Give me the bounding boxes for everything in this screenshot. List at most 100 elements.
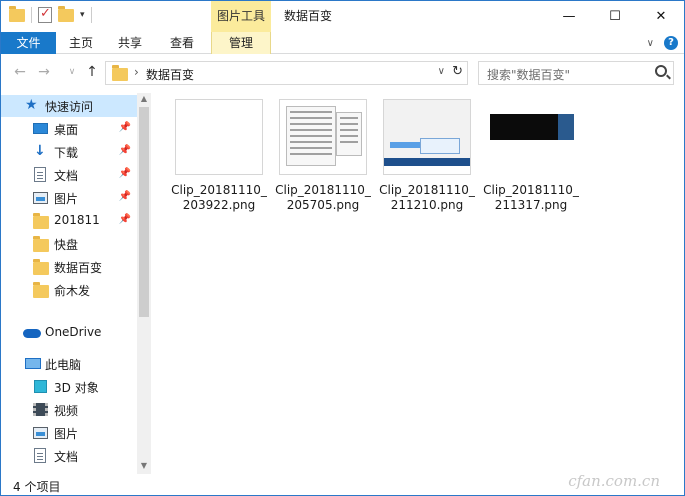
address-dropdown-icon[interactable]: ∨ bbox=[438, 66, 445, 77]
file-name[interactable]: Clip_20181110_ 211317.png bbox=[479, 183, 583, 213]
nav-item-documents[interactable]: 文档 📌 bbox=[1, 164, 137, 186]
nav-item-3d-objects[interactable]: 3D 对象 bbox=[1, 376, 137, 398]
help-icon[interactable]: ? bbox=[664, 36, 678, 50]
document-icon bbox=[34, 167, 46, 182]
download-icon: ↓ bbox=[34, 143, 46, 159]
nav-item-downloads[interactable]: ↓ 下载 📌 bbox=[1, 141, 137, 163]
nav-item-videos[interactable]: 视频 bbox=[1, 399, 137, 421]
nav-item-label: 文档 bbox=[54, 450, 79, 464]
file-name[interactable]: Clip_20181110_ 211210.png bbox=[375, 183, 479, 213]
search-input[interactable]: 搜索"数据百变" bbox=[478, 61, 674, 85]
expand-ribbon-icon[interactable]: ∨ bbox=[647, 38, 654, 49]
file-thumbnail[interactable] bbox=[175, 99, 263, 175]
star-icon: ★ bbox=[25, 97, 38, 113]
back-arrow-icon[interactable]: ← bbox=[11, 63, 29, 81]
tab-home[interactable]: 主页 bbox=[58, 32, 104, 54]
breadcrumb-chevron-icon[interactable]: › bbox=[134, 65, 139, 79]
video-icon bbox=[33, 403, 48, 416]
nav-item-label: 图片 bbox=[54, 427, 79, 441]
taskbar-preview bbox=[384, 158, 470, 166]
nav-item-pc-pictures[interactable]: 图片 bbox=[1, 422, 137, 444]
screenshot-preview bbox=[490, 114, 558, 140]
search-icon[interactable] bbox=[655, 65, 667, 77]
context-menu-preview bbox=[286, 106, 336, 166]
minimize-button[interactable]: — bbox=[546, 1, 592, 32]
up-arrow-icon[interactable]: ↑ bbox=[83, 63, 101, 81]
nav-onedrive[interactable]: OneDrive bbox=[1, 322, 137, 344]
nav-item-kuaipan[interactable]: 快盘 bbox=[1, 233, 137, 255]
pin-icon[interactable]: 📌 bbox=[119, 214, 131, 225]
nav-item-desktop[interactable]: 桌面 📌 bbox=[1, 118, 137, 140]
tab-view[interactable]: 查看 bbox=[158, 32, 206, 54]
address-bar[interactable]: › 数据百变 ∨ ↻ bbox=[105, 61, 468, 85]
onedrive-cloud-icon bbox=[23, 329, 41, 338]
file-name-line: 205705.png bbox=[286, 198, 360, 212]
scrollbar-thumb[interactable] bbox=[139, 107, 149, 317]
file-thumbnail[interactable] bbox=[279, 99, 367, 175]
file-name[interactable]: Clip_20181110_ 203922.png bbox=[167, 183, 271, 213]
nav-item-yumufa[interactable]: 俞木发 bbox=[1, 279, 137, 301]
properties-icon[interactable] bbox=[38, 6, 52, 23]
toolbar-divider bbox=[31, 7, 32, 23]
file-name[interactable]: Clip_20181110_ 205705.png bbox=[271, 183, 375, 213]
breadcrumb-current[interactable]: 数据百变 bbox=[146, 66, 194, 83]
pin-icon[interactable]: 📌 bbox=[119, 122, 131, 133]
picture-icon bbox=[33, 427, 48, 439]
nav-quick-access[interactable]: ★ 快速访问 bbox=[1, 95, 137, 117]
customize-toolbar-dropdown-icon[interactable]: ▾ bbox=[80, 10, 85, 20]
pin-icon[interactable]: 📌 bbox=[119, 191, 131, 202]
watermark: cfan.com.cn bbox=[568, 472, 660, 490]
scroll-down-icon[interactable]: ▼ bbox=[137, 461, 151, 473]
folder-icon bbox=[33, 259, 49, 275]
tab-share[interactable]: 共享 bbox=[107, 32, 153, 54]
nav-item-label: 下载 bbox=[54, 146, 79, 160]
navigation-scrollbar[interactable]: ▲ ▼ bbox=[137, 93, 151, 474]
nav-item-label: 俞木发 bbox=[54, 284, 91, 298]
folder-icon bbox=[33, 213, 49, 229]
file-thumbnail[interactable] bbox=[383, 99, 471, 175]
tab-file[interactable]: 文件 bbox=[1, 32, 56, 54]
window-controls: — ☐ ✕ bbox=[546, 1, 684, 32]
ribbon-tabs: 文件 主页 共享 查看 管理 ∨ ? bbox=[1, 32, 684, 54]
nav-item-pc-documents[interactable]: 文档 bbox=[1, 445, 137, 467]
tab-manage[interactable]: 管理 bbox=[211, 32, 271, 54]
nav-item-shujubaibian[interactable]: 数据百变 bbox=[1, 256, 137, 278]
picture-icon bbox=[33, 192, 48, 204]
item-count: 4 个项目 bbox=[13, 480, 61, 494]
title-bar: ▾ 图片工具 数据百变 — ☐ ✕ bbox=[1, 1, 684, 32]
refresh-icon[interactable]: ↻ bbox=[452, 64, 463, 79]
submenu-preview bbox=[336, 112, 362, 156]
nav-item-label: 快盘 bbox=[54, 238, 79, 252]
folder-icon bbox=[33, 236, 49, 252]
file-name-line: Clip_20181110_ bbox=[483, 183, 579, 197]
recent-locations-dropdown-icon[interactable]: ∨ bbox=[63, 63, 81, 81]
scroll-up-icon[interactable]: ▲ bbox=[137, 94, 151, 106]
explorer-window: ▾ 图片工具 数据百变 — ☐ ✕ 文件 主页 共享 查看 管理 ∨ ? ← →… bbox=[0, 0, 685, 496]
file-name-line: 211317.png bbox=[494, 198, 568, 212]
nav-item-label: 快速访问 bbox=[45, 100, 94, 114]
pin-icon[interactable]: 📌 bbox=[119, 145, 131, 156]
file-thumbnail[interactable] bbox=[487, 99, 575, 175]
new-folder-icon[interactable] bbox=[58, 5, 74, 22]
pin-icon[interactable]: 📌 bbox=[119, 168, 131, 179]
quick-access-toolbar: ▾ bbox=[9, 5, 92, 23]
maximize-button[interactable]: ☐ bbox=[592, 1, 638, 32]
3d-objects-icon bbox=[34, 380, 47, 393]
file-list: Clip_20181110_ 203922.png Clip_20181110_… bbox=[159, 93, 679, 473]
nav-item-label: 201811 bbox=[54, 213, 100, 227]
nav-item-pictures[interactable]: 图片 📌 bbox=[1, 187, 137, 209]
file-name-line: Clip_20181110_ bbox=[379, 183, 475, 197]
picture-tools-header: 图片工具 bbox=[211, 1, 271, 32]
file-name-line: Clip_20181110_ bbox=[171, 183, 267, 197]
close-button[interactable]: ✕ bbox=[638, 1, 684, 32]
nav-item-label: 视频 bbox=[54, 404, 79, 418]
popup-preview bbox=[420, 138, 460, 154]
nav-item-201811[interactable]: 201811 📌 bbox=[1, 210, 137, 232]
file-name-line: Clip_20181110_ bbox=[275, 183, 371, 197]
folder-icon bbox=[112, 65, 128, 81]
forward-arrow-icon[interactable]: → bbox=[35, 63, 53, 81]
nav-this-pc[interactable]: 此电脑 bbox=[1, 353, 137, 375]
ribbon-controls: ∨ ? bbox=[647, 36, 678, 50]
computer-icon bbox=[25, 358, 41, 369]
address-row: ← → ∨ ↑ › 数据百变 ∨ ↻ 搜索"数据百变" bbox=[1, 59, 684, 87]
